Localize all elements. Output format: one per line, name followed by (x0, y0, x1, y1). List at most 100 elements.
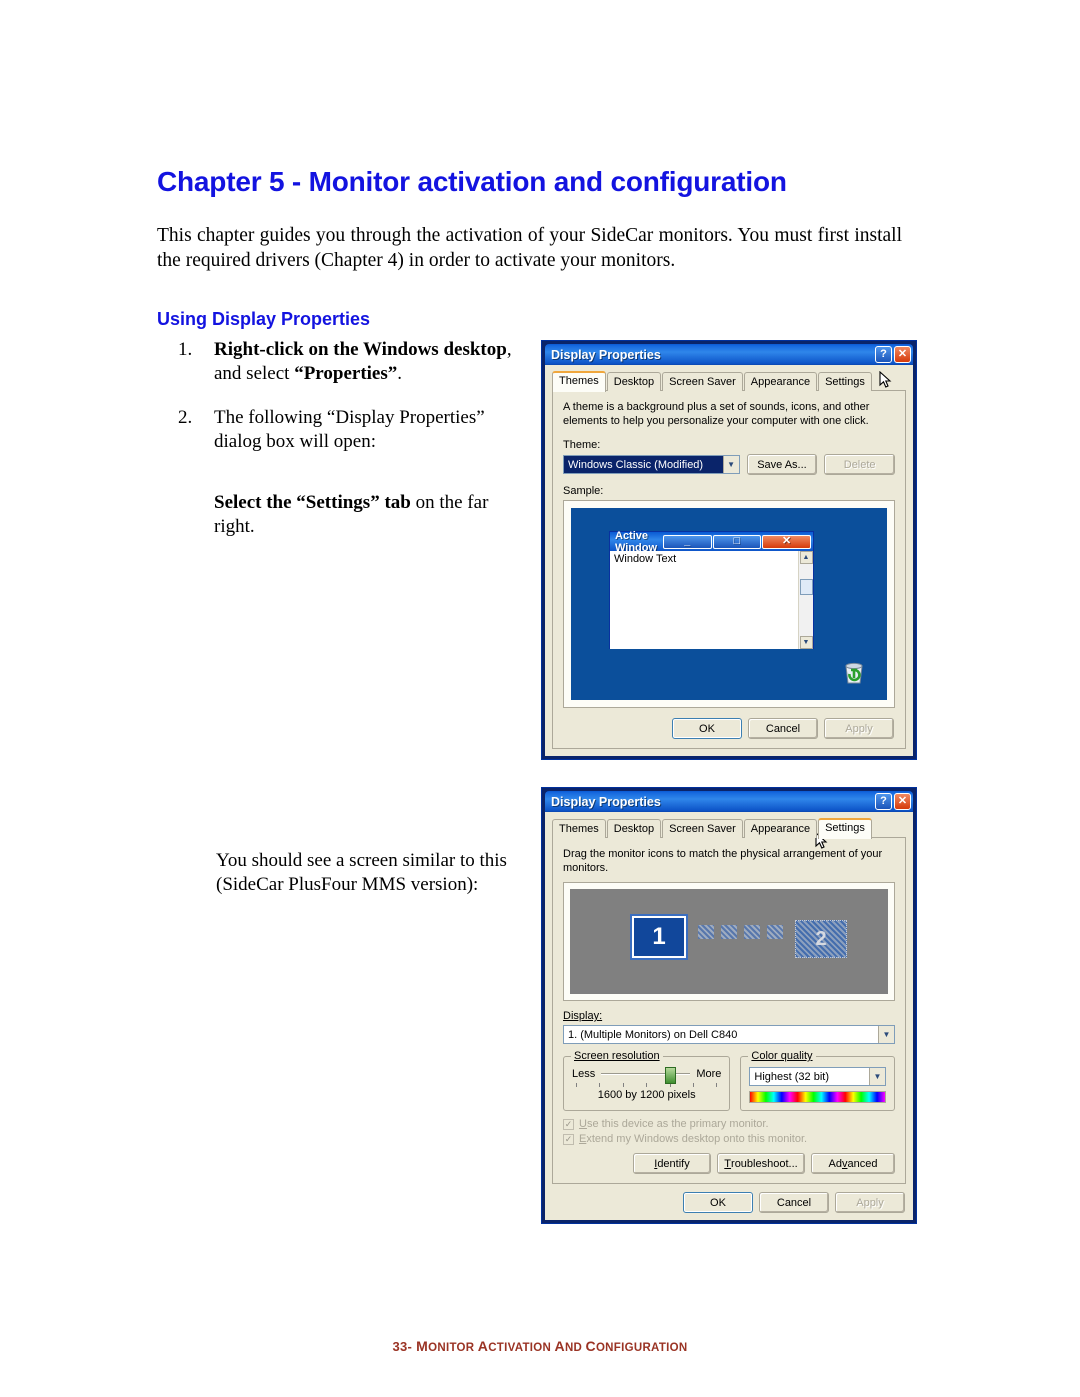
step-number-1: 1. (178, 339, 193, 360)
step1-end: . (397, 363, 402, 384)
dialog-footer-buttons: OK Cancel Apply (552, 1192, 906, 1213)
step-number-2: 2. (178, 407, 193, 428)
scroll-up-icon[interactable]: ▲ (799, 551, 813, 564)
monitor-icon-2[interactable]: 2 (795, 920, 847, 958)
scroll-down-icon[interactable]: ▼ (799, 636, 813, 649)
step1-tail: “Properties” (294, 363, 398, 384)
color-quality-combobox[interactable]: Highest (32 bit) ▼ (749, 1067, 886, 1086)
step-text-1: Right-click on the Windows desktop, and … (214, 338, 523, 386)
drag-monitors-instruction: Drag the monitor icons to match the phys… (563, 848, 883, 874)
monitor-icon-5[interactable] (744, 925, 760, 939)
tab-appearance[interactable]: Appearance (743, 372, 818, 391)
dialog-body: Themes Desktop Screen Saver Appearance S… (545, 365, 913, 756)
checkmark-icon: ✓ (563, 1133, 574, 1145)
page-title: Chapter 5 - Monitor activation and confi… (157, 165, 787, 197)
tab-strip: Themes Desktop Screen Saver Appearance S… (552, 818, 906, 839)
less-label: Less (572, 1068, 596, 1080)
minimize-icon[interactable]: _ (662, 534, 712, 549)
ok-button[interactable]: OK (672, 718, 742, 739)
screen-resolution-group: Screen resolution Less More 1600 by 1200… (563, 1050, 731, 1111)
window-controls: ? ✕ (875, 793, 911, 810)
chevron-down-icon[interactable]: ▼ (869, 1068, 885, 1085)
color-quality-group: Color quality Highest (32 bit) ▼ (740, 1050, 895, 1111)
titlebar: Display Properties ? ✕ (545, 791, 913, 812)
tab-screen-saver[interactable]: Screen Saver (662, 819, 743, 838)
sample-window-titlebar: Active Window _ □ ✕ (610, 529, 813, 554)
troubleshoot-button[interactable]: Troubleshoot... (717, 1153, 805, 1174)
extend-desktop-label: Extend my Windows desktop onto this moni… (579, 1133, 808, 1145)
identify-button[interactable]: IIdentifydentify (633, 1153, 711, 1174)
resolution-slider-row[interactable]: Less More (572, 1067, 721, 1084)
close-icon[interactable]: ✕ (894, 346, 911, 363)
resolution-value: 1600 by 1200 pixels (597, 1089, 696, 1101)
display-properties-themes-dialog: Display Properties ? ✕ Themes Desktop Sc… (541, 340, 917, 760)
apply-button: Apply (824, 718, 894, 739)
slider-ticks (572, 1083, 721, 1087)
screen-resolution-caption: Screen resolution (571, 1050, 663, 1062)
close-icon[interactable]: ✕ (894, 793, 911, 810)
monitor-icon-1[interactable]: 1 (630, 914, 688, 960)
theme-row: Windows Classic (Modified) ▼ Save As... … (563, 454, 895, 475)
window-title: Display Properties (551, 347, 661, 362)
help-icon[interactable]: ? (875, 793, 892, 810)
ok-button[interactable]: OK (683, 1192, 753, 1213)
resolution-slider[interactable] (601, 1067, 691, 1084)
cancel-button[interactable]: Cancel (748, 718, 818, 739)
monitor-stage[interactable]: 1 2 (570, 889, 888, 994)
settings-groups: Screen resolution Less More 1600 by 1200… (563, 1050, 895, 1111)
tab-screen-saver[interactable]: Screen Saver (662, 372, 743, 391)
themes-description: A theme is a background plus a set of so… (563, 401, 870, 427)
chevron-down-icon[interactable]: ▼ (878, 1026, 894, 1043)
tab-settings[interactable]: Settings (818, 372, 872, 391)
window-title: Display Properties (551, 794, 661, 809)
scroll-thumb[interactable] (799, 579, 813, 595)
numbered-steps: 1. Right-click on the Windows desktop, a… (178, 338, 523, 474)
chevron-down-icon[interactable]: ▼ (722, 456, 739, 473)
cancel-button[interactable]: Cancel (759, 1192, 829, 1213)
recycle-bin-icon (841, 660, 867, 686)
tab-themes[interactable]: Themes (552, 819, 606, 838)
monitor-icon-4[interactable] (721, 925, 737, 939)
monitor-icon-6[interactable] (767, 925, 783, 939)
slider-track (601, 1073, 691, 1075)
advanced-button[interactable]: Ad v anced (811, 1153, 895, 1174)
screen-similar-paragraph: You should see a screen similar to this … (216, 850, 507, 895)
tab-appearance[interactable]: Appearance (743, 819, 818, 838)
titlebar: Display Properties ? ✕ (545, 344, 913, 365)
close-icon[interactable]: ✕ (762, 534, 811, 549)
step-text-2: The following “Display Properties” dialo… (214, 407, 485, 452)
step1-lead: Right-click on the Windows desktop (214, 339, 507, 360)
slider-thumb[interactable] (665, 1067, 677, 1084)
theme-combobox[interactable]: Windows Classic (Modified) ▼ (563, 455, 740, 474)
apply-button: Apply (835, 1192, 905, 1213)
dialog-body: Themes Desktop Screen Saver Appearance S… (545, 812, 913, 1220)
display-properties-settings-dialog: Display Properties ? ✕ Themes Desktop Sc… (541, 787, 917, 1224)
settings-tab-note-bold: Select the “Settings” tab (214, 492, 411, 513)
help-icon[interactable]: ? (875, 346, 892, 363)
list-item: 1. Right-click on the Windows desktop, a… (178, 338, 523, 386)
sample-window-client: Window Text ▲ ▼ (610, 551, 813, 649)
sample-desktop: Active Window _ □ ✕ Window Text ▲ ▼ (571, 508, 887, 700)
maximize-icon[interactable]: □ (712, 534, 762, 549)
sample-window-text: Window Text (614, 553, 677, 565)
monitor-arrangement-area[interactable]: 1 2 (563, 882, 895, 1001)
section-heading: Using Display Properties (157, 308, 371, 329)
color-quality-value: Highest (32 bit) (754, 1071, 829, 1083)
monitor-icon-3[interactable] (698, 925, 714, 939)
delete-button: Delete (824, 454, 895, 475)
settings-action-buttons: IIdentifydentify Troubleshoot... Advance… (563, 1153, 895, 1174)
tab-desktop[interactable]: Desktop (606, 372, 662, 391)
tab-strip: Themes Desktop Screen Saver Appearance S… (552, 370, 906, 392)
color-quality-caption: Color quality (748, 1050, 816, 1062)
display-combobox[interactable]: 1. (Multiple Monitors) on Dell C840 ▼ (563, 1025, 895, 1044)
tab-themes[interactable]: Themes (552, 371, 606, 392)
display-label: Display: (563, 1010, 603, 1022)
document-page: Chapter 5 - Monitor activation and confi… (0, 0, 1080, 1397)
tab-settings[interactable]: Settings (818, 818, 872, 839)
save-as-button[interactable]: Save As... (746, 454, 818, 475)
scrollbar[interactable]: ▲ ▼ (798, 551, 813, 649)
themes-tab-pane: A theme is a background plus a set of so… (552, 390, 906, 749)
sample-window-title: Active Window (615, 529, 658, 554)
tab-desktop[interactable]: Desktop (606, 819, 662, 838)
page-footer: 33- MONITOR ACTIVATION AND CONFIGURATION (0, 1338, 1080, 1354)
